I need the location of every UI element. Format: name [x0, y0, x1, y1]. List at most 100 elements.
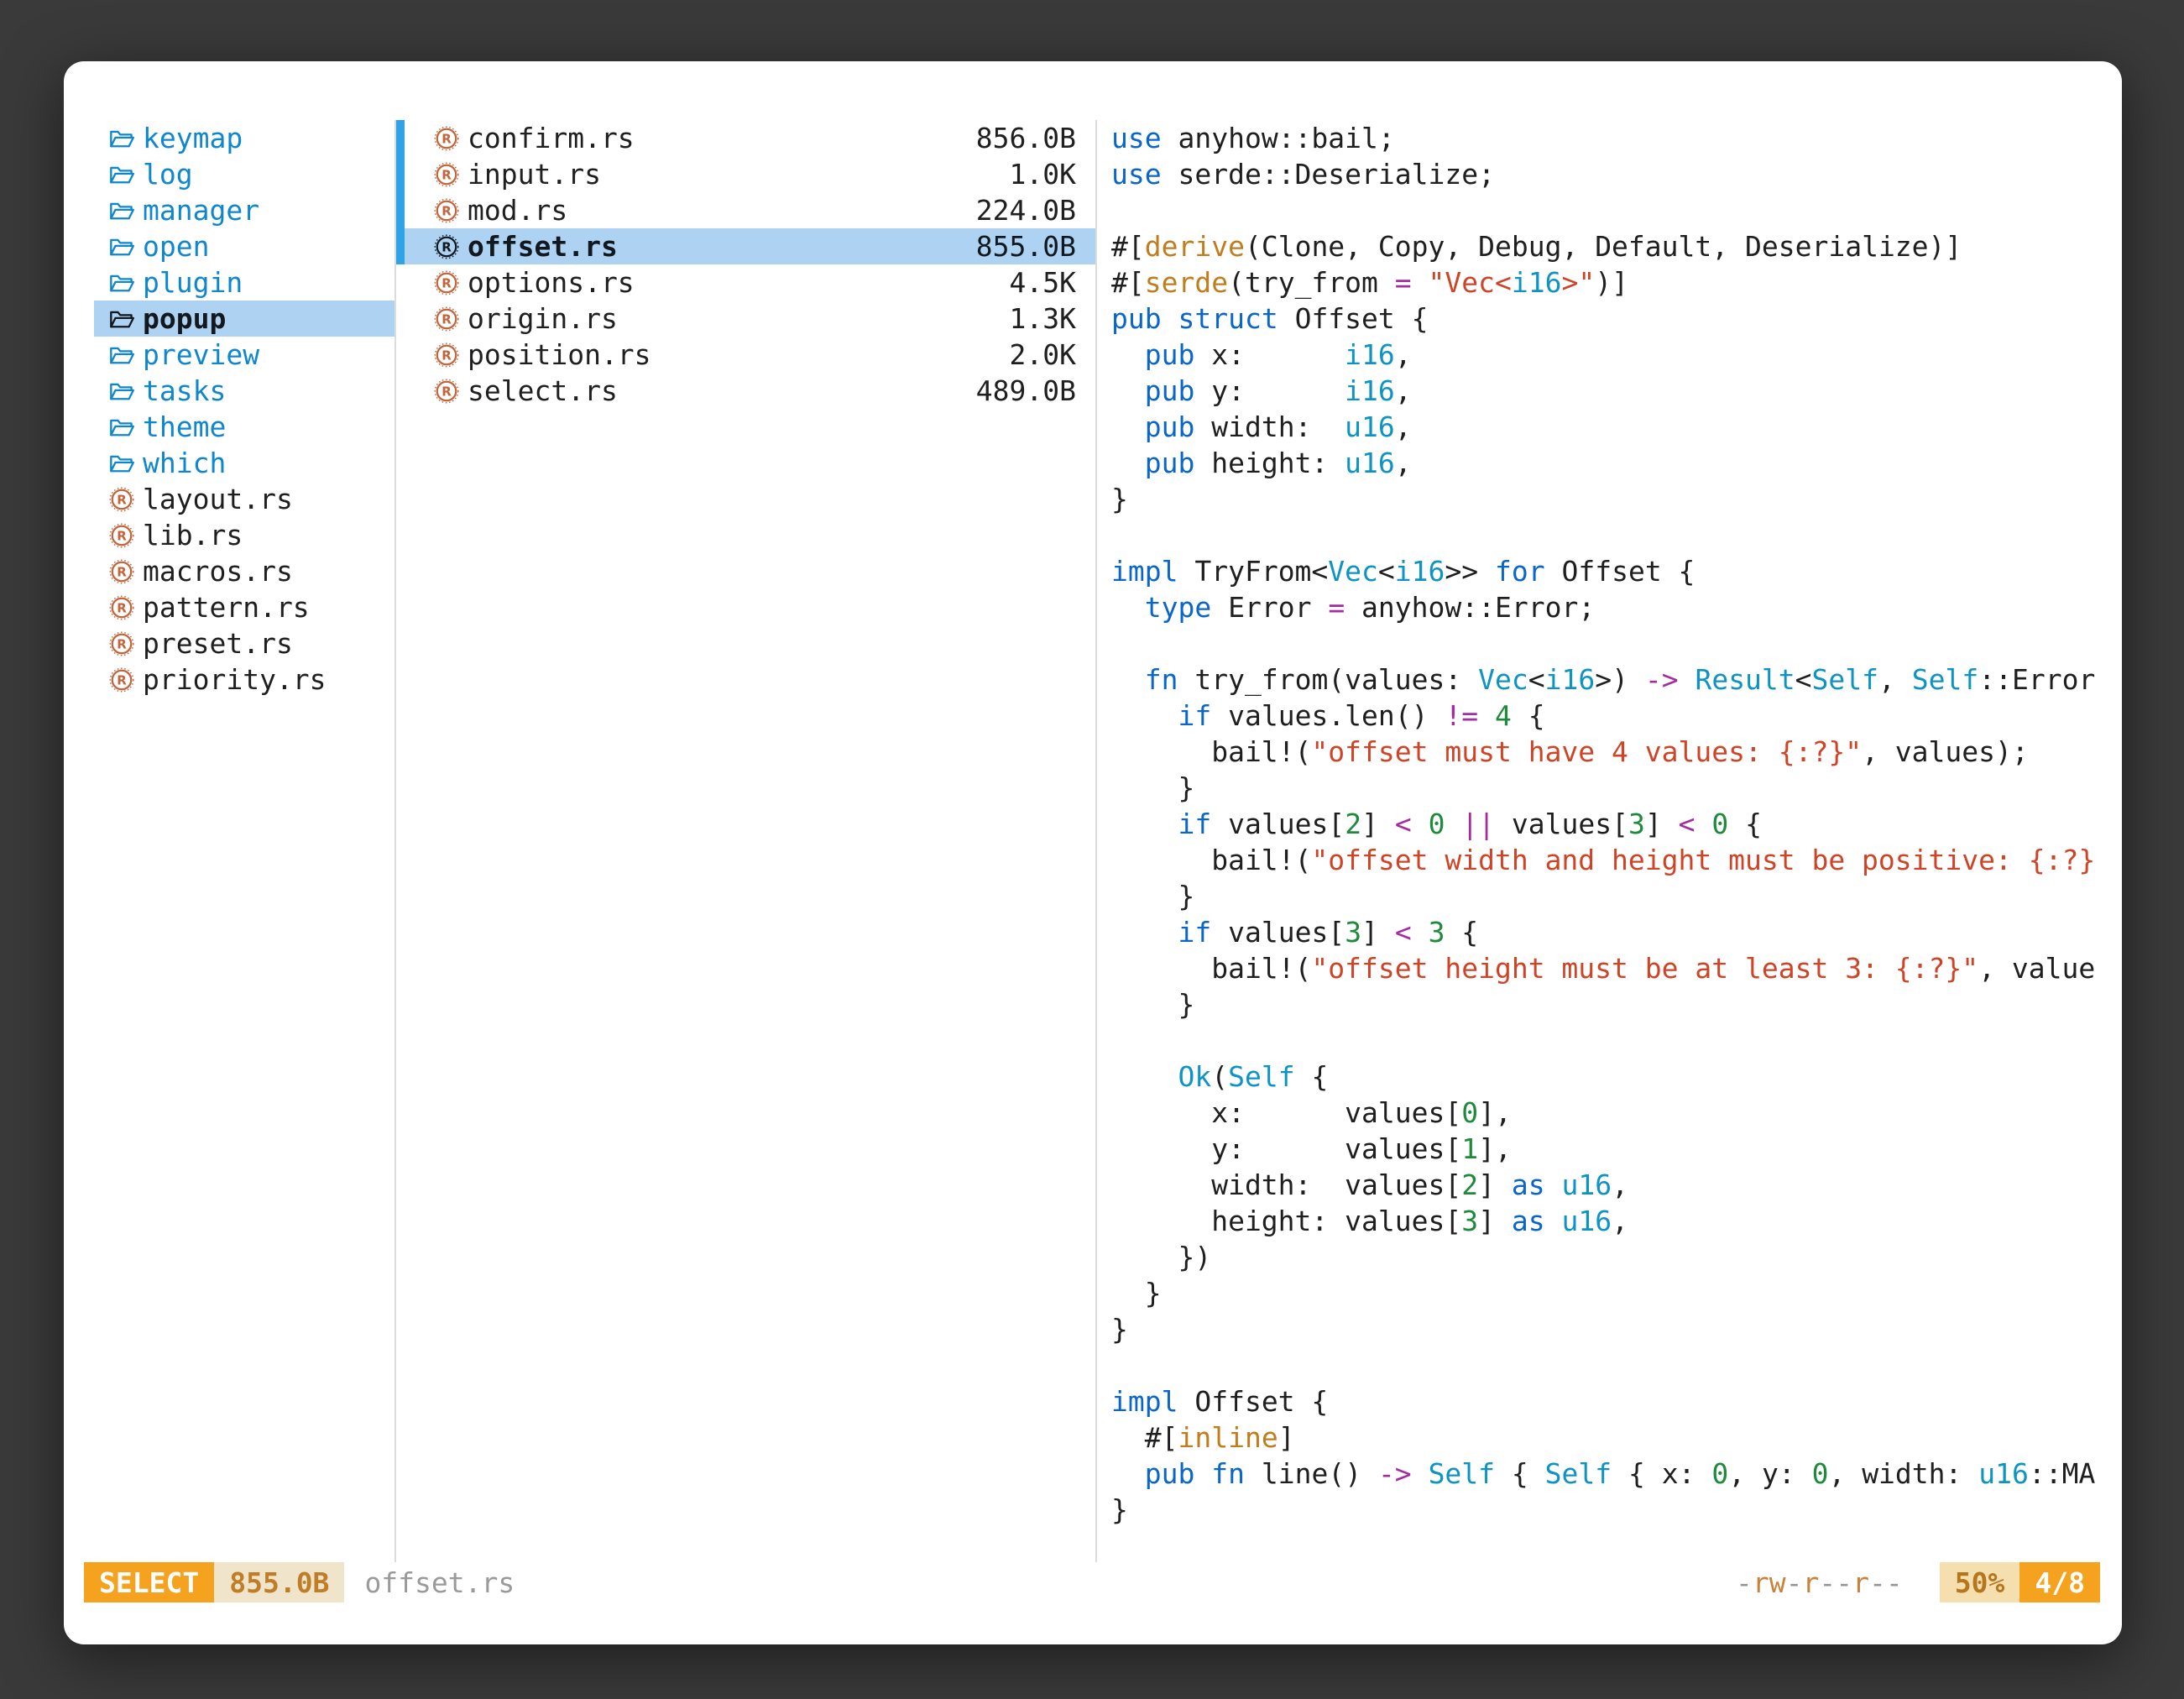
- folder-icon: [109, 376, 134, 406]
- entry-label: pattern.rs: [143, 591, 310, 624]
- file-entry[interactable]: R offset.rs 855.0B: [396, 228, 1095, 264]
- code-line: bail!("offset must have 4 values: {:?}",…: [1111, 734, 2122, 770]
- code-line: }: [1111, 986, 2122, 1022]
- code-line: use anyhow::bail;: [1111, 120, 2122, 156]
- file-entry[interactable]: R select.rs 489.0B: [396, 373, 1095, 409]
- entry-size: 4.5K: [1010, 266, 1076, 299]
- entry-label: open: [143, 230, 209, 263]
- folder-icon: [109, 159, 134, 190]
- code-line: bail!("offset width and height must be p…: [1111, 842, 2122, 878]
- parent-entry[interactable]: open: [94, 228, 394, 264]
- code-line: if values[2] < 0 || values[3] < 0 {: [1111, 806, 2122, 842]
- entry-label: preview: [143, 338, 259, 371]
- parent-entry[interactable]: R lib.rs: [94, 517, 394, 553]
- code-line: bail!("offset height must be at least 3:…: [1111, 950, 2122, 986]
- file-manager-window: keymap log manager open: [64, 61, 2122, 1644]
- parent-entry[interactable]: R pattern.rs: [94, 589, 394, 625]
- code-line: }: [1111, 1275, 2122, 1311]
- entry-label: input.rs: [468, 158, 1010, 191]
- code-line: [1111, 517, 2122, 553]
- svg-text:R: R: [442, 348, 452, 363]
- entry-label: plugin: [143, 266, 243, 299]
- entry-label: macros.rs: [143, 555, 293, 588]
- rust-file-icon: R: [109, 520, 134, 551]
- code-line: pub x: i16,: [1111, 337, 2122, 373]
- code-line: pub fn line() -> Self { Self { x: 0, y: …: [1111, 1456, 2122, 1492]
- code-line: }: [1111, 481, 2122, 517]
- parent-entry[interactable]: R priority.rs: [94, 661, 394, 698]
- code-line: #[derive(Clone, Copy, Debug, Default, De…: [1111, 228, 2122, 264]
- file-entry[interactable]: R confirm.rs 856.0B: [396, 120, 1095, 156]
- rust-file-icon: R: [109, 557, 134, 587]
- code-line: [1111, 1347, 2122, 1383]
- svg-text:R: R: [117, 600, 127, 615]
- parent-entry[interactable]: tasks: [94, 373, 394, 409]
- parent-entry[interactable]: popup: [94, 301, 394, 337]
- rust-file-icon: R: [109, 629, 134, 659]
- code-line: type Error = anyhow::Error;: [1111, 589, 2122, 625]
- folder-icon: [109, 196, 134, 226]
- parent-entry[interactable]: log: [94, 156, 394, 192]
- code-line: impl TryFrom<Vec<i16>> for Offset {: [1111, 553, 2122, 589]
- code-line: }): [1111, 1239, 2122, 1275]
- code-line: if values.len() != 4 {: [1111, 698, 2122, 734]
- percent-badge: 50%: [1940, 1562, 2020, 1602]
- code-line: pub height: u16,: [1111, 445, 2122, 481]
- parent-entry[interactable]: preview: [94, 337, 394, 373]
- code-line: [1111, 1022, 2122, 1059]
- rust-file-icon: R: [434, 304, 459, 334]
- entry-size: 856.0B: [976, 122, 1076, 154]
- parent-entry[interactable]: keymap: [94, 120, 394, 156]
- code-line: }: [1111, 1492, 2122, 1528]
- preview-code: use anyhow::bail;use serde::Deserialize;…: [1111, 120, 2122, 1528]
- parent-entry[interactable]: manager: [94, 192, 394, 228]
- code-line: Ok(Self {: [1111, 1059, 2122, 1095]
- svg-text:R: R: [442, 203, 452, 218]
- folder-icon: [109, 340, 134, 370]
- entry-size: 1.3K: [1010, 302, 1076, 335]
- rust-file-icon: R: [434, 268, 459, 298]
- parent-pane-list: keymap log manager open: [94, 120, 394, 698]
- entry-size: 855.0B: [976, 230, 1076, 263]
- svg-text:R: R: [117, 636, 127, 651]
- file-entry[interactable]: R input.rs 1.0K: [396, 156, 1095, 192]
- parent-entry[interactable]: R layout.rs: [94, 481, 394, 517]
- parent-entry[interactable]: R macros.rs: [94, 553, 394, 589]
- entry-size: 489.0B: [976, 374, 1076, 407]
- panes-area: keymap log manager open: [64, 61, 2122, 1562]
- entry-label: priority.rs: [143, 663, 327, 696]
- preview-pane: use anyhow::bail;use serde::Deserialize;…: [1097, 120, 2122, 1562]
- entry-label: theme: [143, 410, 226, 443]
- code-line: }: [1111, 770, 2122, 806]
- rust-file-icon: R: [434, 232, 459, 262]
- rust-file-icon: R: [434, 376, 459, 406]
- entry-label: offset.rs: [468, 230, 976, 263]
- entry-size: 1.0K: [1010, 158, 1076, 191]
- rust-file-icon: R: [109, 484, 134, 515]
- entry-label: keymap: [143, 122, 243, 154]
- rust-file-icon: R: [434, 123, 459, 154]
- marker-bar: [396, 120, 405, 264]
- status-filename: offset.rs: [364, 1566, 515, 1599]
- code-line: fn try_from(values: Vec<i16>) -> Result<…: [1111, 661, 2122, 698]
- parent-entry[interactable]: which: [94, 445, 394, 481]
- file-entry[interactable]: R mod.rs 224.0B: [396, 192, 1095, 228]
- code-line: [1111, 192, 2122, 228]
- folder-icon: [109, 304, 134, 334]
- file-entry[interactable]: R options.rs 4.5K: [396, 264, 1095, 301]
- svg-text:R: R: [442, 275, 452, 290]
- rust-file-icon: R: [109, 593, 134, 623]
- file-entry[interactable]: R position.rs 2.0K: [396, 337, 1095, 373]
- permissions: -rw-r--r--: [1736, 1566, 1903, 1599]
- parent-entry[interactable]: plugin: [94, 264, 394, 301]
- code-line: pub width: u16,: [1111, 409, 2122, 445]
- parent-entry[interactable]: theme: [94, 409, 394, 445]
- entry-label: log: [143, 158, 193, 191]
- parent-entry[interactable]: R preset.rs: [94, 625, 394, 661]
- current-pane-list: R confirm.rs 856.0B R input.rs 1.0K R mo…: [396, 120, 1095, 409]
- code-line: y: values[1],: [1111, 1131, 2122, 1167]
- code-line: }: [1111, 1311, 2122, 1347]
- file-entry[interactable]: R origin.rs 1.3K: [396, 301, 1095, 337]
- code-line: impl Offset {: [1111, 1383, 2122, 1419]
- entry-label: mod.rs: [468, 194, 976, 227]
